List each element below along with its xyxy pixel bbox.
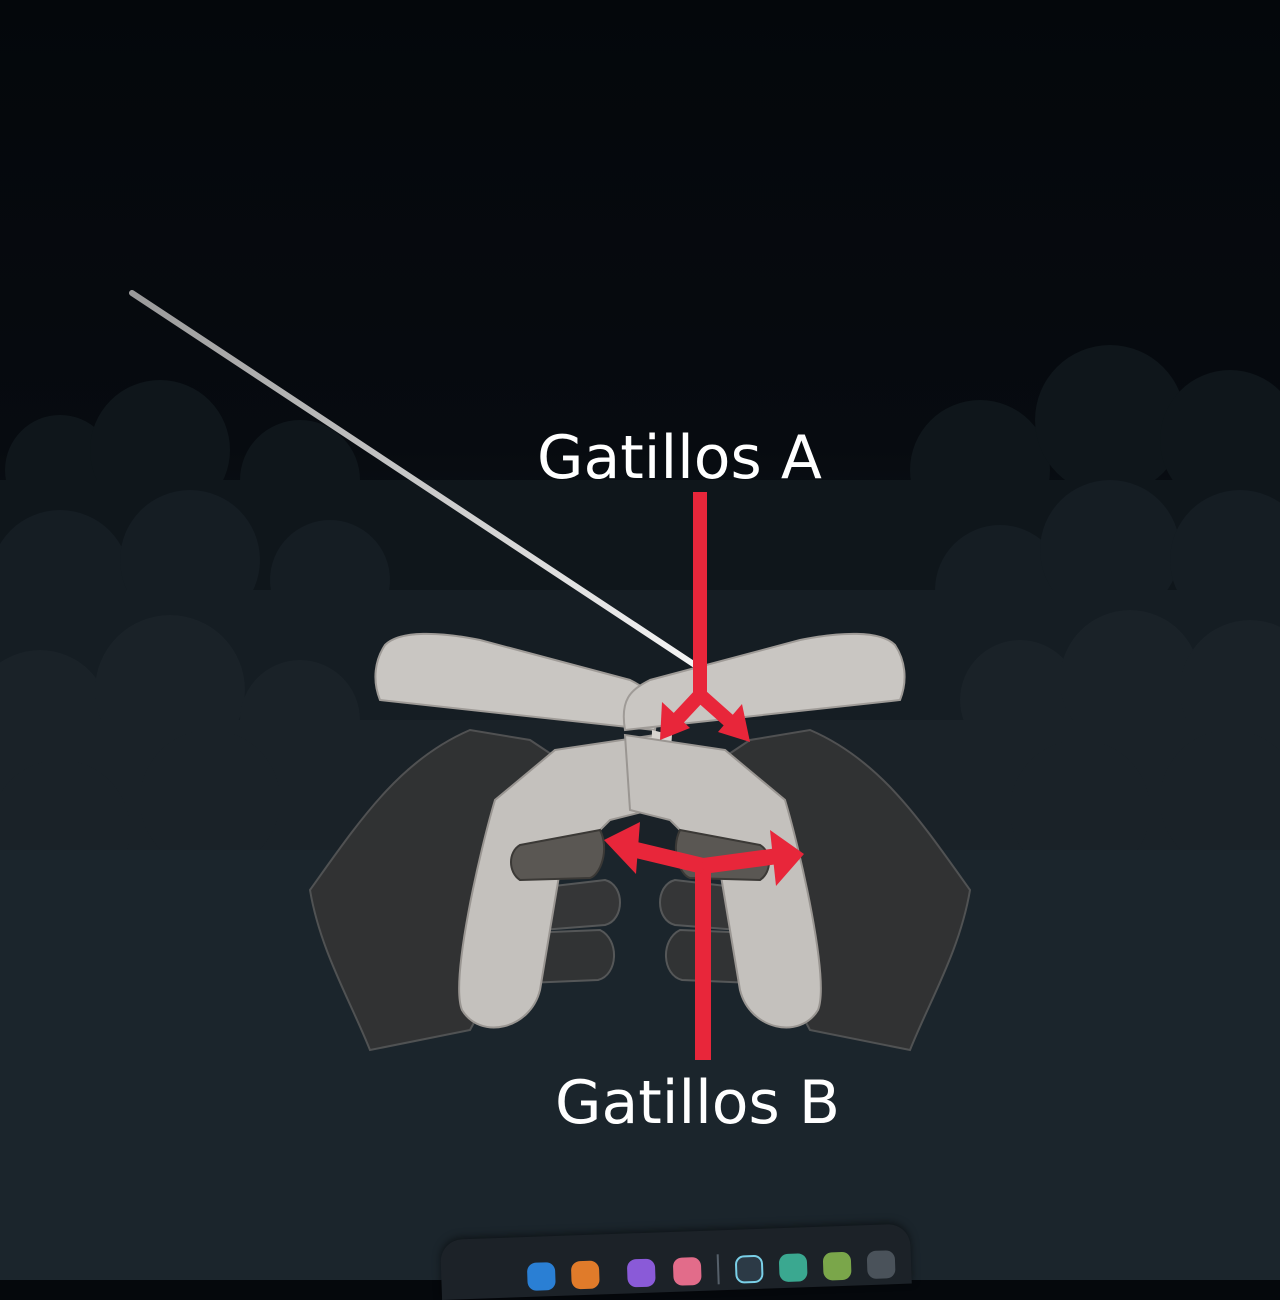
app-orange-icon[interactable]	[570, 1260, 600, 1290]
ground-haze	[0, 850, 1280, 1280]
home-icon[interactable]	[778, 1253, 808, 1283]
store-icon[interactable]	[822, 1251, 852, 1281]
app-pink-icon[interactable]	[672, 1256, 702, 1286]
app-purple-icon[interactable]	[626, 1258, 656, 1288]
trigger-a-label: Gatillos A	[537, 423, 822, 493]
app-grid-icon[interactable]	[866, 1250, 896, 1280]
trigger-b-label: Gatillos B	[555, 1068, 840, 1138]
app-blue-icon[interactable]	[526, 1262, 556, 1291]
settings-icon[interactable]	[734, 1254, 764, 1284]
